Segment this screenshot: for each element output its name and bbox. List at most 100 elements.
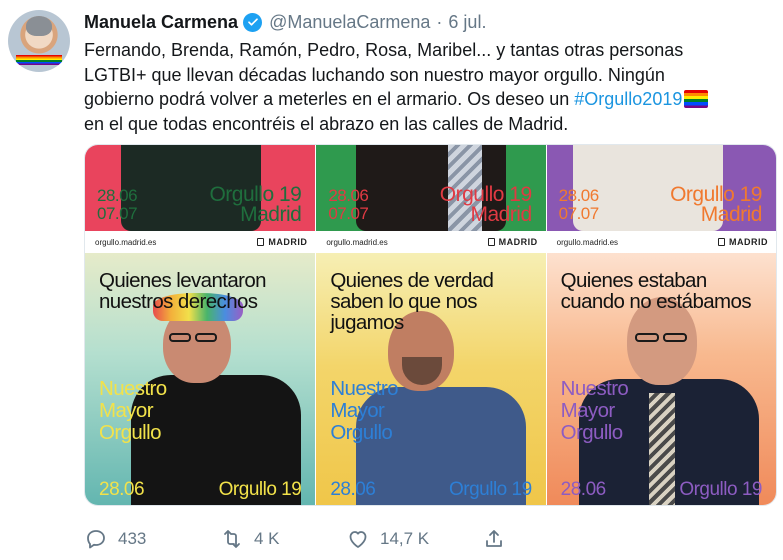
madrid-logo-text: MADRID	[498, 237, 538, 247]
glasses-right	[662, 333, 687, 342]
poster-image[interactable]: 28.06 07.07 Orgullo 19 Madrid orgullo.ma…	[85, 145, 316, 505]
glasses-left	[169, 333, 191, 342]
author-handle[interactable]: @ManuelaCarmena	[269, 12, 430, 33]
poster-image[interactable]: 28.06 07.07 Orgullo 19 Madrid orgullo.ma…	[545, 145, 776, 505]
tweet-text-line: LGTBI+ que llevan décadas luchando son n…	[84, 64, 665, 85]
avatar-hair	[26, 16, 52, 36]
header-separator: ·	[436, 11, 443, 32]
tweet-text-line: gobierno podrá volver a meterles en el a…	[84, 87, 774, 112]
tagline-word: Nuestro	[99, 377, 167, 400]
like-count: 14,7 K	[380, 529, 430, 548]
madrid-emblem-icon	[487, 238, 495, 246]
poster-event-name: Orgullo 19	[439, 183, 532, 206]
poster-date-end: 07.07	[328, 204, 369, 223]
poster-body: Quienes levantaron nuestros derechos Nue…	[85, 253, 316, 505]
poster-image[interactable]: 28.06 07.07 Orgullo 19 Madrid orgullo.ma…	[315, 145, 546, 505]
tweet-text-segment: gobierno podrá volver a meterles en el a…	[84, 89, 575, 109]
verified-badge-icon	[243, 12, 263, 32]
poster-dates: 28.06 07.07	[97, 186, 138, 223]
glasses-left	[634, 333, 659, 342]
poster-footer: 28.06 Orgullo 19	[99, 479, 302, 501]
tagline-word: Orgullo	[99, 421, 161, 444]
poster-url-strip: orgullo.madrid.es MADRID	[546, 231, 776, 253]
avatar-pride-flag	[16, 55, 62, 65]
madrid-logo: MADRID	[257, 237, 307, 247]
poster-tagline: Nuestro Mayor Orgullo	[99, 378, 167, 444]
poster-event-city: Madrid	[240, 203, 302, 226]
poster-site-url: orgullo.madrid.es	[556, 237, 619, 247]
tagline-word: Orgullo	[560, 421, 623, 444]
tagline-word: Nuestro	[560, 377, 629, 400]
tagline-word: Orgullo	[330, 421, 393, 444]
tagline-word: Mayor	[560, 399, 616, 422]
like-button[interactable]: 14,7 K	[346, 527, 482, 551]
madrid-emblem-icon	[717, 238, 725, 246]
reply-button[interactable]: 433	[84, 527, 220, 551]
tagline-word: Mayor	[330, 399, 385, 422]
poster-date-start: 28.06	[558, 186, 600, 205]
poster-footer: 28.06 Orgullo 19	[560, 479, 763, 501]
reply-count: 433	[118, 529, 147, 548]
poster-url-strip: orgullo.madrid.es MADRID	[316, 231, 546, 253]
poster-date-end: 07.07	[558, 204, 600, 223]
poster-footer-event: Orgullo 19	[448, 479, 532, 500]
poster-site-url: orgullo.madrid.es	[95, 237, 157, 247]
reply-icon	[87, 530, 105, 549]
poster-top-band: 28.06 07.07 Orgullo 19 Madrid	[546, 145, 776, 231]
tagline-word: Nuestro	[330, 377, 398, 400]
poster-site-url: orgullo.madrid.es	[326, 237, 388, 247]
poster-dates: 28.06 07.07	[558, 186, 600, 223]
poster-body: Quienes estaban cuando no estábamos Nues…	[546, 253, 776, 505]
tweet-text-line: Fernando, Brenda, Ramón, Pedro, Rosa, Ma…	[84, 40, 684, 60]
poster-top-band: 28.06 07.07 Orgullo 19 Madrid	[316, 145, 546, 231]
poster-date-end: 07.07	[97, 204, 138, 223]
madrid-logo: MADRID	[717, 237, 768, 247]
madrid-logo-text: MADRID	[728, 237, 768, 247]
tweet-header: Manuela Carmena @ManuelaCarmena · 6 jul.	[84, 10, 486, 34]
share-button[interactable]	[482, 527, 516, 551]
madrid-logo: MADRID	[487, 237, 538, 247]
tweet-date[interactable]: 6 jul.	[448, 12, 486, 33]
tweet-text: Fernando, Brenda, Ramón, Pedro, Rosa, Ma…	[84, 38, 774, 136]
poster-date-start: 28.06	[97, 186, 138, 205]
poster-dates: 28.06 07.07	[328, 186, 369, 223]
poster-tagline: Nuestro Mayor Orgullo	[330, 378, 398, 444]
poster-footer-event: Orgullo 19	[218, 479, 302, 500]
poster-event-title: Orgullo 19 Madrid	[439, 183, 532, 226]
poster-footer-date: 28.06	[99, 479, 145, 500]
madrid-emblem-icon	[257, 238, 265, 246]
poster-event-title: Orgullo 19 Madrid	[670, 183, 763, 226]
author-name[interactable]: Manuela Carmena	[84, 12, 238, 33]
glasses-right	[195, 333, 217, 342]
author-avatar[interactable]	[8, 10, 70, 72]
share-icon	[486, 530, 502, 547]
heart-icon	[349, 531, 367, 548]
retweet-count: 4 K	[254, 529, 280, 548]
retweet-icon	[224, 530, 240, 548]
poster-headline: Quienes de verdad saben lo que nos jugam…	[330, 269, 494, 334]
poster-headline: Quienes levantaron nuestros derechos	[99, 269, 267, 313]
poster-event-name: Orgullo 19	[670, 183, 762, 206]
hashtag-link[interactable]: #Orgullo2019	[574, 89, 682, 109]
poster-event-title: Orgullo 19 Madrid	[209, 183, 302, 226]
rainbow-flag-emoji-icon	[684, 90, 709, 108]
tweet-media-gallery[interactable]: 28.06 07.07 Orgullo 19 Madrid orgullo.ma…	[84, 144, 777, 506]
poster-footer: 28.06 Orgullo 19	[330, 479, 532, 501]
poster-top-band: 28.06 07.07 Orgullo 19 Madrid	[85, 145, 316, 231]
madrid-logo-text: MADRID	[268, 237, 308, 247]
poster-url-strip: orgullo.madrid.es MADRID	[85, 231, 316, 253]
tagline-word: Mayor	[99, 399, 154, 422]
poster-footer-date: 28.06	[560, 479, 607, 500]
poster-headline: Quienes estaban cuando no estábamos	[560, 269, 752, 313]
tweet-text-line: en el que todas encontréis el abrazo en …	[84, 113, 569, 134]
poster-tagline: Nuestro Mayor Orgullo	[561, 378, 629, 444]
poster-event-city: Madrid	[700, 203, 763, 226]
tweet-actions: 433 4 K 14,7 K	[84, 524, 516, 554]
poster-footer-date: 28.06	[330, 479, 376, 500]
poster-date-start: 28.06	[328, 186, 369, 205]
poster-body: Quienes de verdad saben lo que nos jugam…	[316, 253, 546, 505]
poster-footer-event: Orgullo 19	[679, 479, 762, 500]
retweet-button[interactable]: 4 K	[220, 527, 346, 551]
poster-event-name: Orgullo 19	[209, 183, 302, 206]
poster-event-city: Madrid	[470, 203, 532, 226]
